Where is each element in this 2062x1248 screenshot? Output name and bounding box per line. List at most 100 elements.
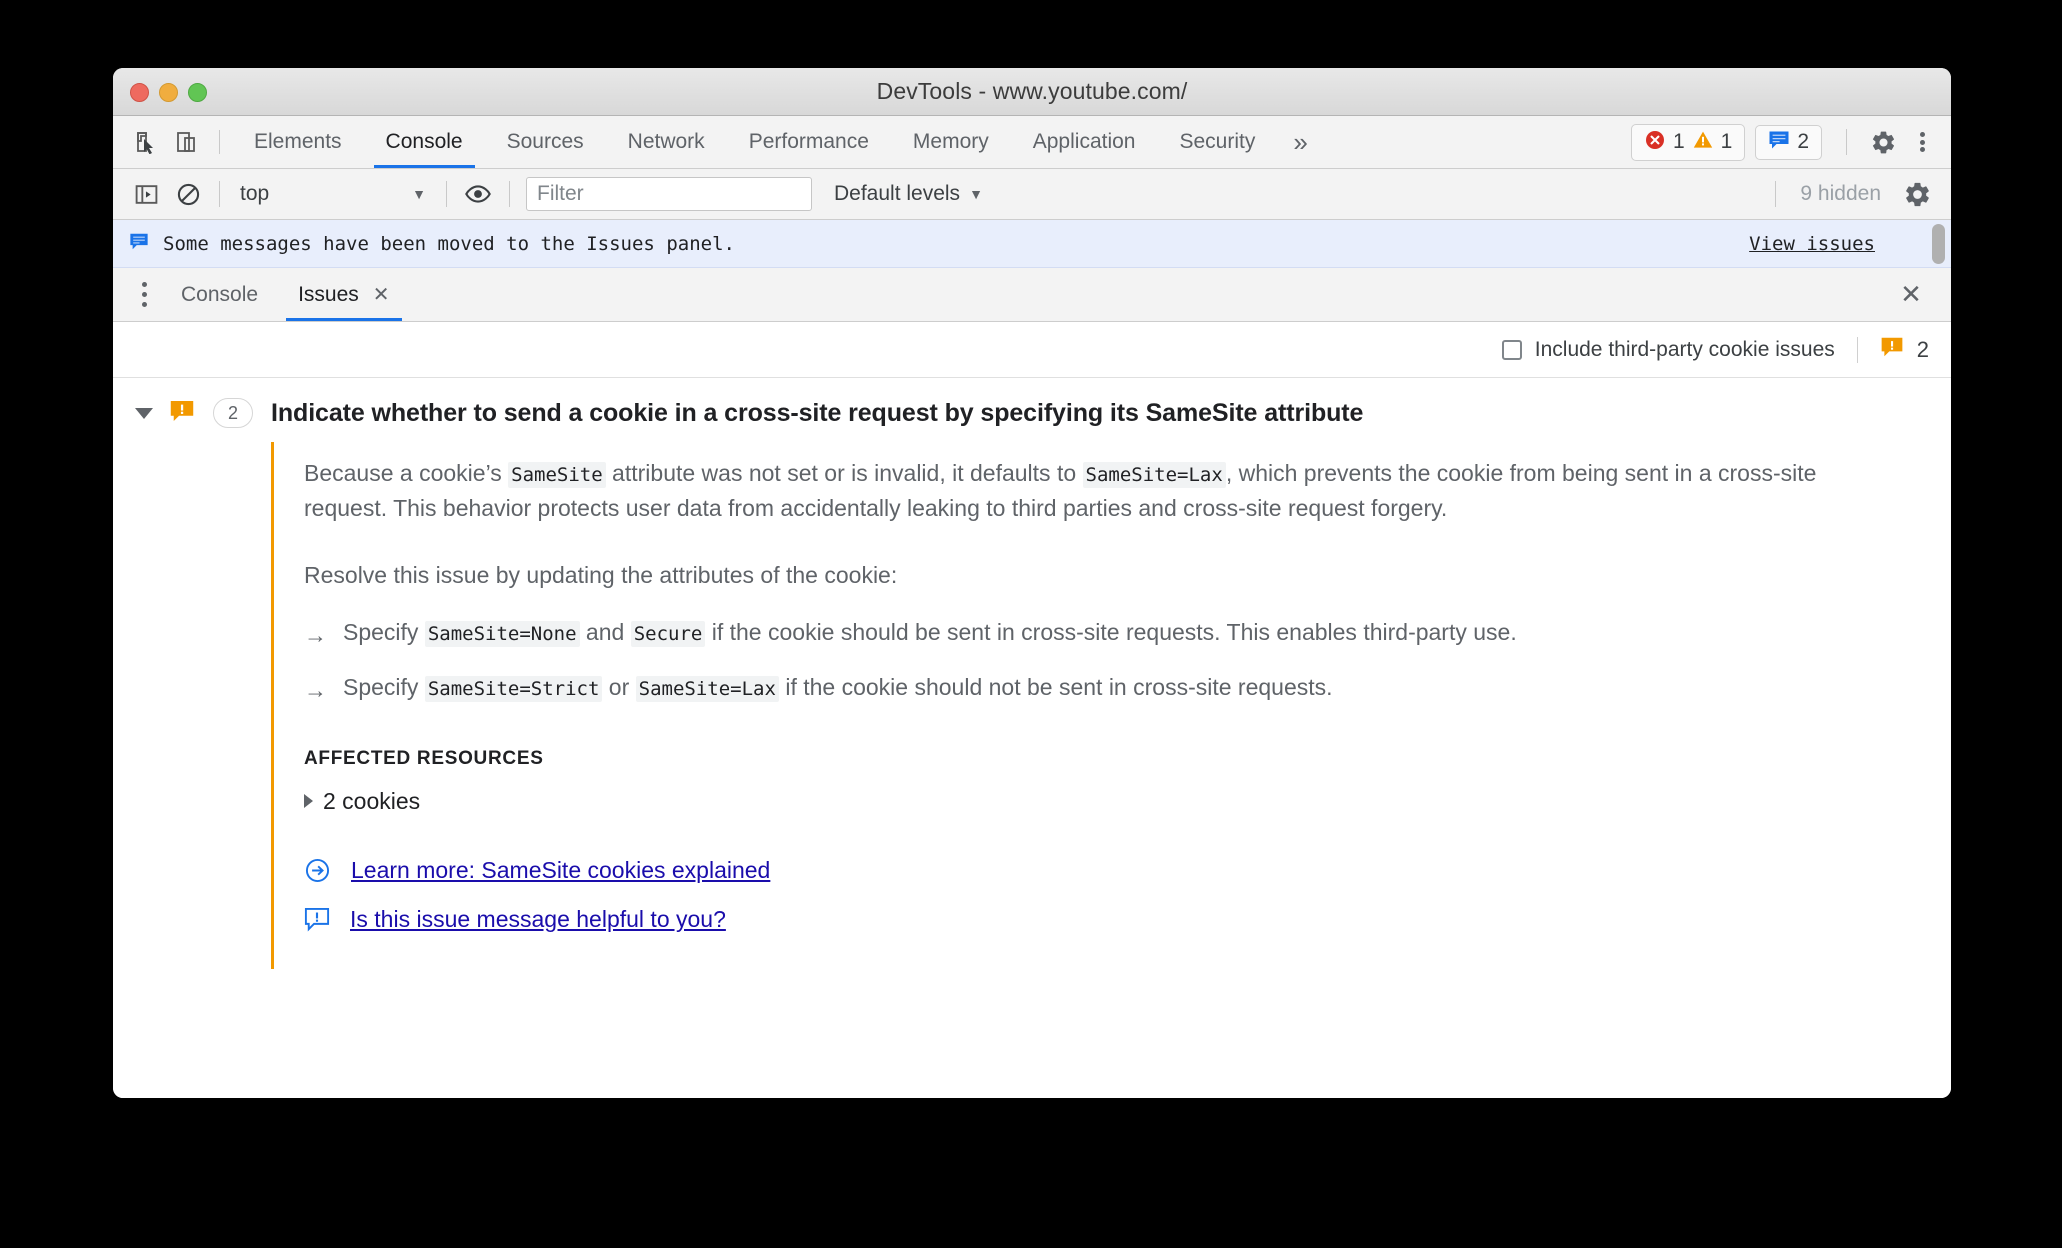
arrow-right-icon: → (304, 621, 327, 648)
tab-application[interactable]: Application (1011, 116, 1158, 168)
live-expression-icon[interactable] (457, 173, 499, 215)
desc-part-1: Because a cookie’s (304, 460, 509, 486)
error-icon (1644, 129, 1666, 156)
gear-icon[interactable] (1861, 120, 1905, 164)
code-samesite-lax: SameSite=Lax (635, 676, 779, 703)
toolbar-divider (219, 130, 220, 154)
code-samesite-none: SameSite=None (424, 620, 580, 647)
console-info-banner: Some messages have been moved to the Iss… (113, 220, 1951, 268)
kebab-menu-icon[interactable] (1905, 120, 1939, 164)
include-third-party-cookie-issues-checkbox[interactable]: Include third-party cookie issues (1501, 338, 1835, 362)
console-sidebar-icon[interactable] (125, 173, 167, 215)
error-warning-counter[interactable]: 1 1 (1630, 123, 1746, 161)
toolbar-divider (219, 181, 220, 207)
issues-panel-content: 2 Indicate whether to send a cookie in a… (113, 378, 1951, 1098)
tab-console[interactable]: Console (364, 116, 485, 168)
log-levels-dropdown[interactable]: Default levels ▼ (834, 182, 983, 206)
feedback-link[interactable]: Is this issue message helpful to you? (350, 906, 726, 933)
bullet2-part-3: if the cookie should not be sent in cros… (778, 674, 1333, 701)
code-samesite-strict: SameSite=Strict (424, 676, 603, 703)
external-link-circle-icon (304, 857, 331, 884)
more-tabs-button[interactable]: » (1277, 116, 1323, 168)
affected-resource-label: 2 cookies (323, 787, 421, 814)
resolution-bullet-1: → Specify SameSite=None and Secure if th… (304, 619, 1871, 652)
issue-message-icon (129, 232, 149, 256)
feedback-icon (304, 907, 330, 932)
drawer-tab-label: Issues (298, 282, 359, 306)
learn-more-row[interactable]: Learn more: SameSite cookies explained (304, 857, 1871, 884)
affected-resource-cookies[interactable]: 2 cookies (304, 788, 1871, 815)
warning-issue-icon (1880, 336, 1904, 363)
toolbar-divider (1846, 129, 1847, 155)
maximize-window-button[interactable] (188, 83, 207, 102)
chevron-down-icon: ▼ (969, 186, 983, 202)
drawer-tabbar: Console Issues ✕ ✕ (113, 268, 1951, 322)
issue-occurrence-count: 2 (213, 398, 253, 428)
console-scrollbar[interactable] (1932, 224, 1945, 264)
warning-issue-icon (169, 399, 195, 428)
feedback-row[interactable]: Is this issue message helpful to you? (304, 906, 1871, 933)
view-issues-link[interactable]: View issues (1749, 233, 1875, 255)
javascript-context-select[interactable]: top ▼ (230, 177, 436, 211)
warning-count: 1 (1720, 130, 1733, 153)
device-toolbar-icon[interactable] (167, 122, 207, 162)
window-title: DevTools - www.youtube.com/ (876, 78, 1188, 104)
inspect-element-icon[interactable] (127, 122, 167, 162)
tab-network[interactable]: Network (606, 116, 727, 168)
close-window-button[interactable] (130, 83, 149, 102)
issue-message-icon (1768, 130, 1790, 155)
scrollbar-thumb[interactable] (1932, 224, 1945, 264)
code-secure: Secure (630, 620, 706, 647)
warning-icon (1692, 129, 1714, 156)
learn-more-link[interactable]: Learn more: SameSite cookies explained (351, 857, 770, 884)
tab-sources[interactable]: Sources (485, 116, 606, 168)
devtools-main-tabbar: Elements Console Sources Network Perform… (113, 116, 1951, 169)
close-icon[interactable]: ✕ (373, 282, 390, 307)
context-value: top (240, 182, 270, 205)
tab-security[interactable]: Security (1157, 116, 1277, 168)
bullet1-part-2: and (579, 618, 631, 645)
bullet2-part-1: Specify (343, 674, 425, 701)
drawer-tab-label: Console (181, 282, 259, 306)
error-count: 1 (1672, 130, 1685, 153)
code-samesite: SameSite (508, 462, 606, 488)
checkbox-box[interactable] (1501, 339, 1522, 360)
log-levels-label: Default levels (834, 182, 961, 205)
toolbar-divider (509, 181, 510, 207)
bullet1-part-1: Specify (343, 618, 425, 645)
issue-details: Because a cookie’s SameSite attribute wa… (271, 442, 1871, 969)
issue-resolution-intro: Resolve this issue by updating the attri… (304, 561, 898, 588)
bullet-text: Specify SameSite=Strict or SameSite=Lax … (343, 674, 1333, 703)
tab-elements[interactable]: Elements (232, 116, 364, 168)
panel-tabs: Elements Console Sources Network Perform… (232, 116, 1324, 168)
affected-resources-heading: AFFECTED RESOURCES (304, 747, 544, 769)
filter-input[interactable]: Filter (526, 177, 812, 211)
drawer-menu-icon[interactable] (127, 273, 161, 317)
issue-description-paragraph: Because a cookie’s SameSite attribute wa… (304, 456, 1824, 526)
console-toolbar-right: 9 hidden (1765, 169, 1939, 219)
minimize-window-button[interactable] (159, 83, 178, 102)
gear-icon[interactable] (1895, 172, 1939, 216)
banner-message: Some messages have been moved to the Iss… (163, 232, 735, 255)
bullet1-part-3: if the cookie should be sent in cross-si… (705, 618, 1517, 645)
toolbar-divider (1775, 181, 1777, 207)
issue-header-row[interactable]: 2 Indicate whether to send a cookie in a… (113, 378, 1951, 442)
divider (1856, 336, 1858, 363)
chevron-down-icon[interactable] (135, 407, 153, 419)
tab-memory[interactable]: Memory (891, 116, 1011, 168)
console-toolbar: top ▼ Filter Default levels ▼ 9 hidden (113, 169, 1951, 220)
chevron-right-icon[interactable] (304, 794, 313, 809)
bullet-text: Specify SameSite=None and Secure if the … (343, 618, 1517, 647)
arrow-right-icon: → (304, 677, 327, 704)
issues-filter-bar: Include third-party cookie issues 2 (113, 322, 1951, 378)
drawer-tab-console[interactable]: Console (161, 268, 278, 321)
tab-performance[interactable]: Performance (727, 116, 891, 168)
bullet2-part-2: or (602, 674, 636, 701)
traffic-lights[interactable] (130, 83, 207, 102)
close-drawer-button[interactable]: ✕ (1893, 277, 1929, 313)
resolution-bullet-2: → Specify SameSite=Strict or SameSite=La… (304, 674, 1871, 707)
issue-count: 2 (1797, 130, 1809, 153)
clear-console-icon[interactable] (167, 173, 209, 215)
issues-counter[interactable]: 2 (1755, 124, 1822, 160)
drawer-tab-issues[interactable]: Issues ✕ (278, 268, 409, 321)
